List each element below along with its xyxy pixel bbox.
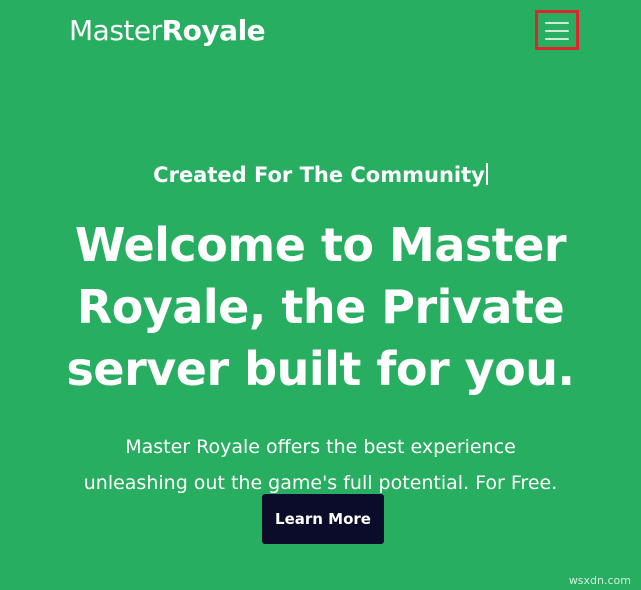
menu-toggle-button[interactable] [535, 10, 579, 50]
watermark: wsxdn.com [568, 574, 631, 587]
hamburger-menu-icon [545, 22, 569, 24]
hero-headline: Welcome to Master Royale, the Private se… [20, 214, 621, 400]
tagline-text: Created For The Community [153, 163, 485, 187]
description-line: Master Royale offers the best experience [125, 436, 516, 458]
typing-cursor [485, 163, 488, 185]
hamburger-menu-icon-bar [545, 30, 569, 32]
headline-line: Welcome to Master [74, 218, 567, 272]
page: MasterRoyale Created For The Community W… [0, 0, 641, 590]
site-logo[interactable]: MasterRoyale [69, 13, 266, 49]
headline-line: Royale, the Private [76, 280, 565, 334]
site-header: MasterRoyale [0, 0, 641, 64]
logo-text-light: Master [69, 14, 162, 47]
logo-text-bold: Royale [161, 14, 266, 47]
headline-line: server built for you. [66, 342, 576, 396]
hero-tagline: Created For The Community [0, 160, 641, 190]
hamburger-menu-icon-bar [545, 38, 569, 40]
hero-description: Master Royale offers the best experience… [20, 429, 621, 501]
learn-more-button[interactable]: Learn More [262, 494, 384, 544]
